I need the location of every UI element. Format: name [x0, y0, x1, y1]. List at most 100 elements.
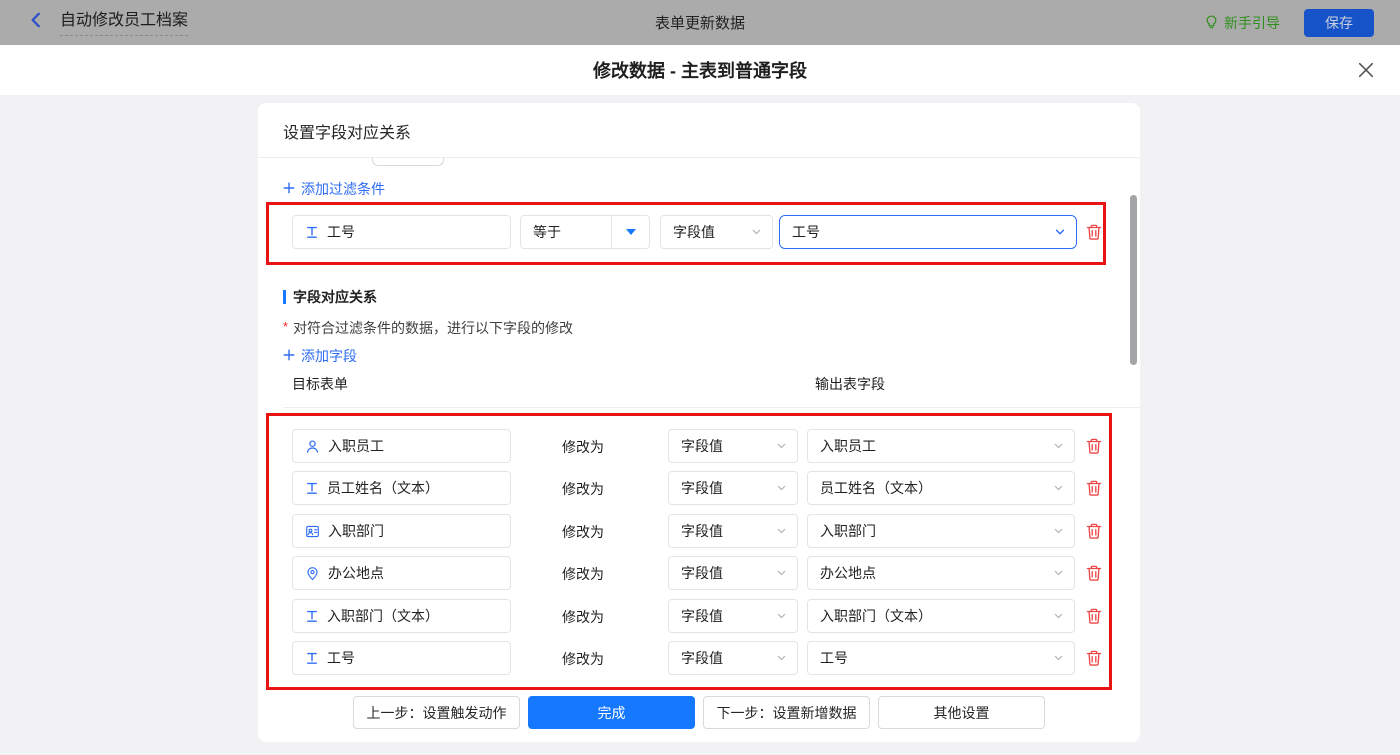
value-type-select[interactable]: 字段值	[668, 556, 798, 590]
prev-step-button[interactable]: 上一步：设置触发动作	[353, 696, 520, 729]
back-chevron-icon	[27, 11, 45, 34]
user-icon	[305, 439, 320, 454]
chevron-down-icon	[776, 441, 787, 452]
text-field-icon	[305, 609, 319, 623]
section-accent-bar	[283, 290, 286, 304]
target-field-label: 入职部门（文本）	[327, 606, 439, 626]
top-bar: 自动修改员工档案 表单更新数据 新手引导 保存	[0, 0, 1400, 45]
filter-value-field-select[interactable]: 工号	[779, 215, 1077, 249]
modify-label: 修改为	[562, 649, 604, 669]
chevron-down-icon	[1053, 483, 1064, 494]
required-asterisk: *	[283, 318, 288, 336]
value-type-label: 字段值	[681, 563, 723, 583]
card-title: 设置字段对应关系	[283, 103, 411, 158]
other-settings-button[interactable]: 其他设置	[878, 696, 1045, 729]
target-field-box[interactable]: 入职部门	[292, 514, 511, 548]
output-field-label: 入职员工	[820, 436, 876, 456]
add-filter-label: 添加过滤条件	[301, 179, 385, 199]
field-mapping-card: 设置字段对应关系 添加过滤条件 工号 等于 字段值	[258, 103, 1140, 742]
delete-row-button[interactable]	[1085, 479, 1103, 497]
clipped-control[interactable]	[372, 158, 444, 166]
value-type-select[interactable]: 字段值	[668, 641, 798, 675]
filter-value-type: 字段值	[673, 222, 715, 242]
filter-value-type-select[interactable]: 字段值	[660, 215, 773, 249]
value-type-label: 字段值	[681, 521, 723, 541]
column-header-output: 输出表字段	[815, 374, 885, 394]
chevron-down-icon	[776, 526, 787, 537]
delete-row-button[interactable]	[1085, 564, 1103, 582]
filter-operator-value: 等于	[533, 222, 561, 242]
modal-body: 设置字段对应关系 添加过滤条件 工号 等于 字段值	[0, 95, 1400, 755]
mapping-row: 员工姓名（文本） 修改为 字段值 员工姓名（文本）	[258, 471, 1140, 505]
value-type-select[interactable]: 字段值	[668, 471, 798, 505]
text-field-icon	[305, 225, 319, 239]
modify-label: 修改为	[562, 607, 604, 627]
text-field-icon	[305, 481, 319, 495]
node-title: 表单更新数据	[0, 12, 1400, 33]
target-field-box[interactable]: 入职员工	[292, 429, 511, 463]
output-field-label: 办公地点	[820, 563, 876, 583]
value-type-label: 字段值	[681, 648, 723, 668]
delete-row-button[interactable]	[1085, 649, 1103, 667]
card-footer: 上一步：设置触发动作 完成 下一步：设置新增数据 其他设置	[258, 696, 1140, 729]
value-type-label: 字段值	[681, 606, 723, 626]
modify-label: 修改为	[562, 437, 604, 457]
chevron-down-icon	[1053, 526, 1064, 537]
target-field-box[interactable]: 入职部门（文本）	[292, 599, 511, 633]
delete-row-button[interactable]	[1085, 607, 1103, 625]
modal-title: 修改数据 - 主表到普通字段	[0, 45, 1400, 95]
beginner-guide-button[interactable]: 新手引导	[1204, 13, 1280, 33]
mapping-row: 工号 修改为 字段值 工号	[258, 641, 1140, 675]
output-field-select[interactable]: 入职部门	[807, 514, 1075, 548]
output-field-select[interactable]: 工号	[807, 641, 1075, 675]
filter-operator-select[interactable]: 等于	[520, 215, 650, 249]
output-field-label: 员工姓名（文本）	[820, 478, 932, 498]
value-type-select[interactable]: 字段值	[668, 514, 798, 548]
plus-icon	[283, 181, 295, 197]
section-description: * 对符合过滤条件的数据，进行以下字段的修改	[283, 318, 573, 338]
modify-label: 修改为	[562, 479, 604, 499]
add-filter-condition-button[interactable]: 添加过滤条件	[283, 179, 385, 199]
chevron-down-icon	[1053, 653, 1064, 664]
back-button[interactable]	[26, 13, 46, 33]
save-button[interactable]: 保存	[1304, 9, 1374, 37]
add-field-button[interactable]: 添加字段	[283, 346, 357, 366]
value-type-select[interactable]: 字段值	[668, 429, 798, 463]
filter-field-input[interactable]: 工号	[292, 215, 511, 249]
value-type-label: 字段值	[681, 436, 723, 456]
value-type-label: 字段值	[681, 478, 723, 498]
chevron-down-icon	[1053, 441, 1064, 452]
target-field-label: 员工姓名（文本）	[327, 478, 439, 498]
target-field-box[interactable]: 工号	[292, 641, 511, 675]
value-type-select[interactable]: 字段值	[668, 599, 798, 633]
output-field-select[interactable]: 员工姓名（文本）	[807, 471, 1075, 505]
output-field-label: 工号	[820, 648, 848, 668]
mapping-row: 入职部门（文本） 修改为 字段值 入职部门（文本）	[258, 599, 1140, 633]
mapping-row: 入职部门 修改为 字段值 入职部门	[258, 514, 1140, 548]
target-field-box[interactable]: 员工姓名（文本）	[292, 471, 511, 505]
target-field-box[interactable]: 办公地点	[292, 556, 511, 590]
caret-down-icon[interactable]	[611, 216, 649, 248]
filter-field-value: 工号	[327, 222, 355, 242]
done-button[interactable]: 完成	[528, 696, 695, 729]
plus-icon	[283, 348, 295, 364]
beginner-guide-label: 新手引导	[1224, 13, 1280, 33]
chevron-down-icon	[776, 611, 787, 622]
output-field-select[interactable]: 入职部门（文本）	[807, 599, 1075, 633]
delete-filter-button[interactable]	[1085, 223, 1103, 241]
delete-row-button[interactable]	[1085, 437, 1103, 455]
chevron-down-icon	[1054, 226, 1066, 238]
modal-header: 修改数据 - 主表到普通字段	[0, 45, 1400, 96]
flow-title[interactable]: 自动修改员工档案	[60, 10, 188, 36]
chevron-down-icon	[776, 483, 787, 494]
add-field-label: 添加字段	[301, 346, 357, 366]
chevron-down-icon	[1053, 568, 1064, 579]
target-field-label: 办公地点	[328, 563, 384, 583]
output-field-select[interactable]: 入职员工	[807, 429, 1075, 463]
scrollbar-thumb[interactable]	[1130, 195, 1137, 365]
lightbulb-icon	[1204, 14, 1219, 32]
output-field-select[interactable]: 办公地点	[807, 556, 1075, 590]
next-step-button[interactable]: 下一步：设置新增数据	[703, 696, 870, 729]
close-icon[interactable]	[1358, 62, 1374, 78]
delete-row-button[interactable]	[1085, 522, 1103, 540]
